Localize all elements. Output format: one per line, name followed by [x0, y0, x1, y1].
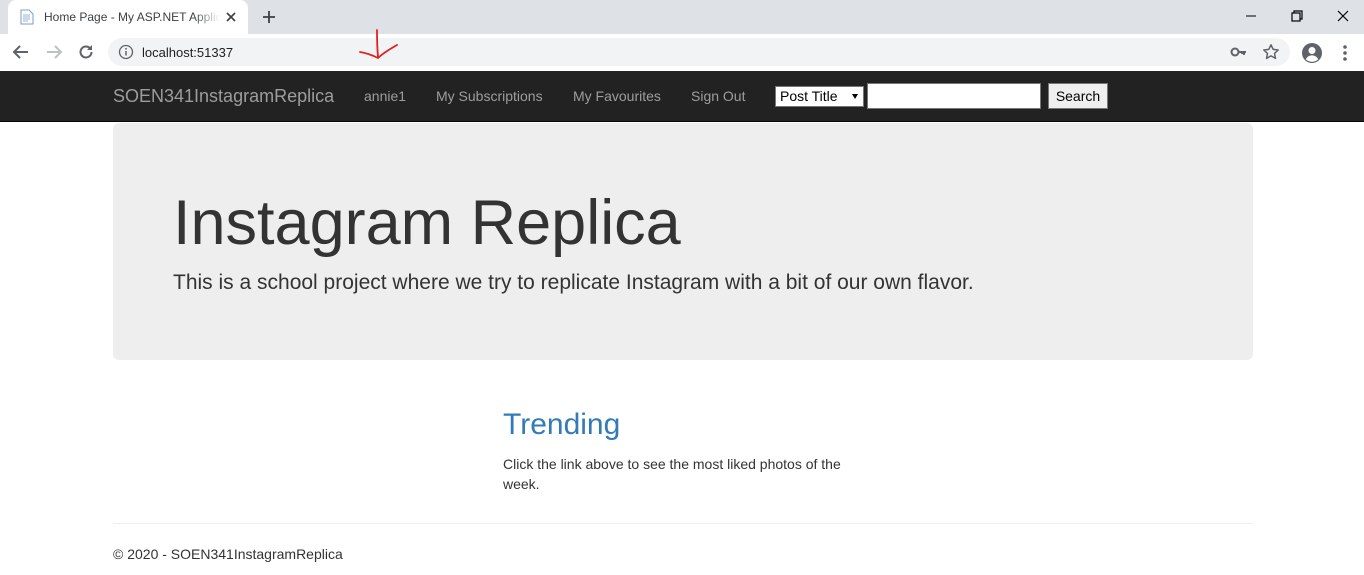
close-icon[interactable] [224, 10, 238, 24]
footer-copyright: © 2020 - SOEN341InstagramReplica [113, 546, 343, 562]
search-button[interactable]: Search [1048, 83, 1108, 109]
nav-link-sign-out[interactable]: Sign Out [691, 88, 745, 104]
footer-divider [113, 523, 1253, 524]
tab-title: Home Page - My ASP.NET Application [44, 10, 220, 24]
page-lead: This is a school project where we try to… [173, 271, 974, 294]
account-icon[interactable] [1301, 42, 1323, 64]
key-icon[interactable] [1230, 44, 1248, 60]
reload-icon[interactable] [77, 43, 95, 61]
search-type-select[interactable]: Post Title [775, 86, 864, 107]
close-window-icon[interactable] [1335, 8, 1351, 24]
minimize-icon[interactable] [1243, 8, 1259, 24]
browser-tabstrip: Home Page - My ASP.NET Application [0, 0, 1364, 34]
navbar-brand[interactable]: SOEN341InstagramReplica [113, 86, 334, 107]
browser-toolbar: localhost:51337 [0, 34, 1364, 71]
forward-icon[interactable] [45, 43, 63, 61]
star-icon[interactable] [1262, 43, 1280, 61]
jumbotron: Instagram Replica This is a school proje… [113, 123, 1253, 360]
address-url[interactable]: localhost:51337 [142, 45, 233, 60]
nav-link-my-favourites[interactable]: My Favourites [573, 88, 661, 104]
site-navbar: SOEN341InstagramReplica annie1 My Subscr… [0, 71, 1364, 122]
trending-description: Click the link above to see the most lik… [503, 456, 841, 492]
page-title: Instagram Replica [173, 188, 681, 258]
nav-link-username[interactable]: annie1 [364, 88, 406, 104]
search-input[interactable] [867, 83, 1041, 109]
caret-down-icon [852, 94, 858, 99]
browser-tab[interactable]: Home Page - My ASP.NET Application [8, 0, 248, 34]
trending-link[interactable]: Trending [503, 408, 620, 442]
info-icon[interactable] [118, 44, 134, 60]
nav-link-my-subscriptions[interactable]: My Subscriptions [436, 88, 543, 104]
menu-icon[interactable] [1334, 42, 1356, 64]
address-bar[interactable]: localhost:51337 [108, 38, 1290, 66]
document-icon [20, 9, 34, 25]
restore-icon[interactable] [1289, 8, 1305, 24]
plus-icon[interactable] [260, 8, 278, 26]
arrow-annotation-icon [356, 28, 402, 62]
back-icon[interactable] [12, 43, 30, 61]
search-type-value: Post Title [780, 88, 838, 104]
